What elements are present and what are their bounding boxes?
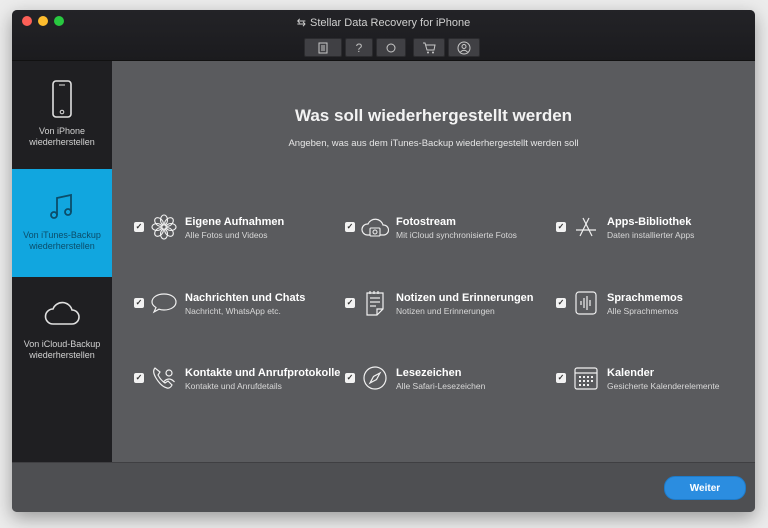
calendar-icon — [574, 367, 598, 390]
option-notizen-und-erinnerungen[interactable]: ✓ Notizen und Erinnerungen Notizen und E… — [345, 289, 550, 321]
option-description: Nachricht, WhatsApp etc. — [185, 306, 281, 316]
cart-icon — [423, 42, 436, 53]
option-title: Kalender — [607, 367, 655, 379]
sidebar-item-icloud-backup[interactable]: Von iCloud-Backup wiederherstellen — [12, 277, 112, 385]
checkbox[interactable]: ✓ — [556, 298, 566, 308]
sidebar-item-label: Von iCloud-Backup wiederherstellen — [23, 339, 101, 360]
sidebar-item-iphone[interactable]: Von iPhone wiederherstellen — [12, 61, 112, 169]
app-library-icon — [576, 217, 596, 237]
option-lesezeichen[interactable]: ✓ Lesezeichen Alle Safari-Lesezeichen — [345, 364, 550, 396]
option-title: Eigene Aufnahmen — [185, 216, 285, 228]
checkbox[interactable]: ✓ — [556, 373, 566, 383]
option-title: Kontakte und Anrufprotokolle — [185, 367, 341, 379]
option-description: Notizen und Erinnerungen — [396, 306, 495, 316]
title-bar: ⇆ Stellar Data Recovery for iPhone ? — [12, 10, 755, 61]
window-title-text: Stellar Data Recovery for iPhone — [310, 17, 471, 29]
option-title: Notizen und Erinnerungen — [396, 292, 534, 304]
app-window: ⇆ Stellar Data Recovery for iPhone ? Von … — [12, 10, 755, 512]
option-description: Alle Safari-Lesezeichen — [396, 381, 486, 391]
voice-memo-icon — [575, 291, 597, 315]
option-description: Gesicherte Kalenderelemente — [607, 381, 720, 391]
option-description: Alle Fotos und Videos — [185, 230, 268, 240]
checkbox[interactable]: ✓ — [345, 298, 355, 308]
checkbox[interactable]: ✓ — [134, 373, 144, 383]
notes-icon — [366, 291, 384, 316]
option-nachrichten-und-chats[interactable]: ✓ Nachrichten und Chats Nachricht, Whats… — [134, 289, 339, 321]
option-title: Nachrichten und Chats — [185, 292, 306, 304]
help-icon: ? — [355, 40, 363, 55]
next-button[interactable]: Weiter — [664, 476, 746, 500]
refresh-icon — [386, 43, 396, 52]
safari-compass-icon — [363, 366, 387, 390]
option-apps-bibliothek[interactable]: ✓ Apps-Bibliothek Daten installierter Ap… — [556, 213, 755, 245]
option-title: Lesezeichen — [396, 367, 462, 379]
page-subtitle: Angeben, was aus dem iTunes-Backup wiede… — [288, 138, 579, 149]
checkbox[interactable]: ✓ — [345, 373, 355, 383]
option-kalender[interactable]: ✓ Kalender Gesicherte Kalenderelemente — [556, 364, 755, 396]
photostream-icon — [361, 218, 389, 237]
option-description: Daten installierter Apps — [607, 230, 695, 240]
back-arrow-icon[interactable]: ⇆ — [297, 16, 306, 29]
option-title: Apps-Bibliothek — [607, 216, 692, 228]
option-eigene-aufnahmen[interactable]: ✓ Eigene Aufnahmen Alle Fotos und Videos — [134, 213, 339, 245]
sidebar: Von iPhone wiederherstellen Von iTunes-B… — [12, 61, 112, 462]
photos-icon — [151, 214, 177, 240]
sidebar-item-label: Von iPhone wiederherstellen — [29, 126, 95, 147]
option-description: Mit iCloud synchronisierte Fotos — [396, 230, 517, 240]
option-description: Alle Sprachmemos — [607, 306, 679, 316]
account-button[interactable] — [448, 38, 480, 57]
cart-button[interactable] — [413, 38, 445, 57]
sidebar-item-itunes-backup[interactable]: Von iTunes-Backup wiederherstellen — [12, 169, 112, 277]
page-title: Was soll wiederhergestellt werden — [294, 106, 573, 125]
main-content: Was soll wiederhergestellt werden Angebe… — [112, 61, 755, 462]
refresh-button[interactable] — [376, 38, 406, 57]
help-button[interactable]: ? — [345, 38, 373, 57]
contacts-icon — [153, 367, 175, 389]
sidebar-item-label: Von iTunes-Backup wiederherstellen — [23, 230, 101, 251]
option-kontakte-und-anrufprotokolle[interactable]: ✓ Kontakte und Anrufprotokolle Kontakte … — [134, 364, 341, 396]
iphone-icon — [52, 80, 72, 118]
window-title: ⇆ Stellar Data Recovery for iPhone — [12, 16, 755, 29]
checkbox[interactable]: ✓ — [556, 222, 566, 232]
checkbox[interactable]: ✓ — [134, 222, 144, 232]
account-icon — [457, 41, 471, 54]
option-sprachmemos[interactable]: ✓ Sprachmemos Alle Sprachmemos — [556, 289, 755, 321]
chat-bubble-icon — [151, 293, 177, 314]
option-title: Sprachmemos — [607, 292, 683, 304]
option-fotostream[interactable]: ✓ Fotostream Mit iCloud synchronisierte … — [345, 213, 550, 245]
toolbar: ? — [304, 38, 480, 57]
checkbox[interactable]: ✓ — [134, 298, 144, 308]
log-icon — [318, 42, 328, 53]
option-title: Fotostream — [396, 216, 456, 228]
log-button[interactable] — [304, 38, 342, 57]
footer-bar: Weiter — [12, 462, 755, 512]
cloud-icon — [44, 301, 80, 325]
option-description: Kontakte und Anrufdetails — [185, 381, 282, 391]
music-note-icon — [50, 193, 72, 219]
checkbox[interactable]: ✓ — [345, 222, 355, 232]
